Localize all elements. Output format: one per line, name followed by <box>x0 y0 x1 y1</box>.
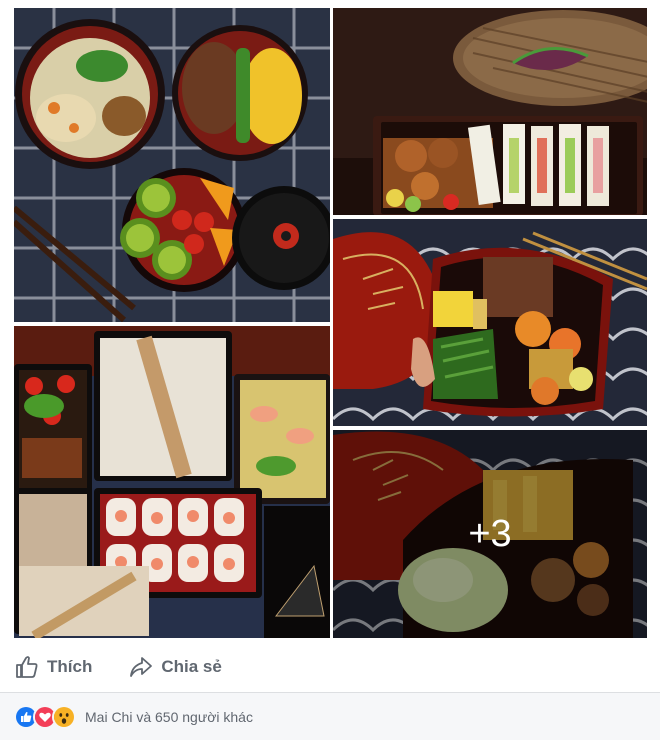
wow-reaction-icon <box>52 704 76 729</box>
photo-1-image <box>14 8 330 322</box>
share-arrow-icon <box>130 657 153 677</box>
reaction-icons[interactable] <box>14 704 76 729</box>
photo-2-image <box>333 8 647 215</box>
share-label: Chia sẻ <box>161 657 222 676</box>
post-actions: Thích Chia sẻ <box>0 646 660 688</box>
reactions-bar: Mai Chi và 650 người khác <box>0 693 660 740</box>
photo-gallery: +3 <box>0 0 660 645</box>
like-label: Thích <box>47 657 93 676</box>
photo-2[interactable] <box>333 8 647 215</box>
photo-4-image <box>333 219 647 426</box>
reactions-summary[interactable]: Mai Chi và 650 người khác <box>85 709 253 725</box>
photo-5-more[interactable]: +3 <box>333 430 647 638</box>
like-button[interactable]: Thích <box>14 651 92 683</box>
photo-3[interactable] <box>14 326 330 638</box>
more-photos-count: +3 <box>468 512 512 555</box>
photo-4[interactable] <box>333 219 647 426</box>
thumbs-up-icon <box>16 656 38 678</box>
photo-3-image <box>14 326 330 638</box>
share-button[interactable]: Chia sẻ <box>128 651 222 683</box>
more-photos-overlay[interactable]: +3 <box>333 430 647 638</box>
photo-1[interactable] <box>14 8 330 322</box>
